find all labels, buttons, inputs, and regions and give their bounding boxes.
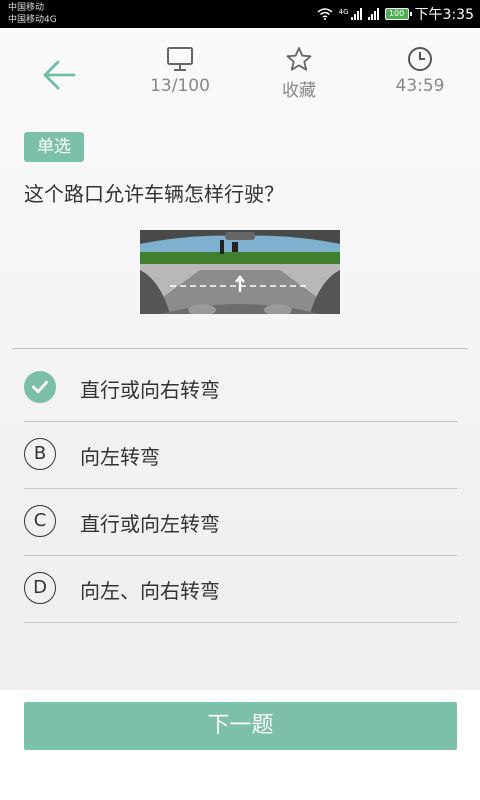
- option-a-text: 直行或向右转弯: [80, 378, 220, 402]
- status-indicators: 4G 100 下午3:35: [317, 4, 474, 24]
- star-icon: [286, 47, 312, 71]
- battery-icon: 100: [384, 8, 412, 20]
- question-image: [140, 230, 340, 314]
- favorite-label: 收藏: [282, 81, 316, 101]
- exam-page: 13/100 收藏 43:59 单选 这个路口允许车辆怎样行驶？ 直行或向右转弯…: [0, 28, 480, 800]
- question-type-badge: 单选: [24, 132, 84, 162]
- status-clock: 下午3:35: [414, 7, 474, 23]
- status-bar: 中国移动 中国移动4G 4G 100 下午3:35: [0, 0, 480, 28]
- divider: [12, 348, 468, 349]
- question-text: 这个路口允许车辆怎样行驶？: [24, 182, 284, 206]
- next-question-button[interactable]: 下一题: [24, 702, 457, 750]
- exam-timer: 43:59: [375, 46, 465, 96]
- checked-icon: [24, 371, 56, 403]
- monitor-icon: [167, 47, 193, 71]
- progress-label: 13/100: [150, 76, 210, 96]
- signal-1-icon: 4G: [339, 8, 362, 20]
- option-d-mark: D: [24, 572, 56, 604]
- wifi-icon: [317, 8, 333, 20]
- back-arrow-icon[interactable]: [38, 55, 82, 95]
- option-c-mark: C: [24, 505, 56, 537]
- bottom-bar: 下一题: [0, 690, 480, 800]
- carrier-1: 中国移动: [8, 3, 45, 13]
- network-type: 4G: [338, 8, 349, 16]
- option-d-text: 向左、向右转弯: [80, 579, 220, 603]
- option-b[interactable]: B 向左转弯: [24, 422, 457, 489]
- question-progress[interactable]: 13/100: [135, 46, 225, 96]
- clock-icon: [408, 47, 432, 71]
- top-toolbar: 13/100 收藏 43:59: [0, 28, 480, 123]
- carrier-info: 中国移动 中国移动4G: [8, 2, 57, 26]
- timer-label: 43:59: [395, 76, 445, 96]
- favorite-button[interactable]: 收藏: [254, 46, 344, 101]
- option-d[interactable]: D 向左、向右转弯: [24, 556, 457, 623]
- signal-2-icon: [367, 8, 379, 20]
- option-b-mark: B: [24, 438, 56, 470]
- carrier-2: 中国移动4G: [8, 15, 57, 25]
- option-b-text: 向左转弯: [80, 445, 160, 469]
- option-c-text: 直行或向左转弯: [80, 512, 220, 536]
- option-c[interactable]: C 直行或向左转弯: [24, 489, 457, 556]
- option-a[interactable]: 直行或向右转弯: [24, 355, 457, 422]
